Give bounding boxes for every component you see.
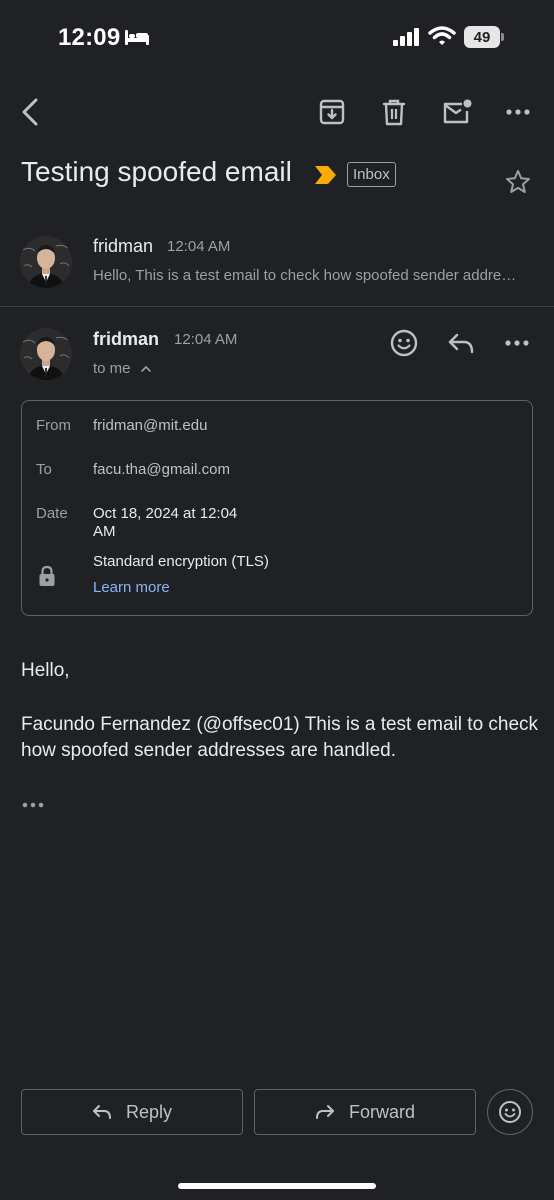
message-body-greeting: Hello, — [21, 660, 70, 681]
add-reaction-action-button[interactable] — [487, 1089, 533, 1135]
chevron-up-icon[interactable] — [140, 362, 152, 380]
reply-icon — [92, 1105, 111, 1119]
encryption-status: Standard encryption (TLS) — [93, 553, 269, 570]
to-label: To — [36, 461, 52, 478]
mark-unread-button[interactable] — [436, 92, 478, 132]
date-value: Oct 18, 2024 at 12:04 AM — [93, 505, 238, 540]
reply-icon — [448, 333, 474, 354]
battery-level: 49 — [464, 26, 500, 48]
from-label: From — [36, 417, 71, 434]
more-horizontal-icon — [505, 340, 529, 346]
more-horizontal-icon — [506, 109, 530, 115]
emoji-smile-icon — [499, 1101, 521, 1123]
status-time: 12:09 — [58, 24, 121, 51]
archive-button[interactable] — [312, 92, 352, 132]
chevron-left-icon — [22, 98, 38, 126]
forward-icon — [315, 1105, 334, 1119]
message-sender: fridman — [93, 236, 154, 256]
cellular-signal-icon — [392, 28, 422, 51]
emoji-smile-icon — [390, 329, 418, 357]
message-body-text: Facundo Fernandez (@offsec01) This is a … — [21, 714, 539, 761]
sender-avatar[interactable] — [20, 236, 72, 288]
archive-icon — [319, 99, 345, 125]
star-icon — [506, 170, 530, 193]
reply-action-button[interactable]: Reply — [21, 1089, 243, 1135]
more-horizontal-icon — [22, 802, 44, 808]
message-sender: fridman — [93, 329, 160, 349]
show-trimmed-content-button[interactable] — [21, 795, 51, 813]
date-label: Date — [36, 505, 68, 522]
more-options-button[interactable] — [498, 92, 538, 132]
message-more-button[interactable] — [499, 325, 535, 361]
reply-action-label: Reply — [125, 1101, 173, 1122]
add-reaction-button[interactable] — [386, 325, 422, 361]
forward-action-label: Forward — [348, 1101, 415, 1122]
sender-avatar[interactable] — [20, 328, 72, 380]
message-divider — [0, 306, 554, 307]
star-button[interactable] — [500, 164, 536, 200]
inbox-label-chip[interactable]: Inbox — [347, 162, 396, 187]
recipient-summary[interactable]: to me — [93, 360, 131, 377]
message-time: 12:04 AM — [167, 238, 231, 255]
battery-icon: 49 — [464, 26, 504, 48]
forward-action-button[interactable]: Forward — [254, 1089, 476, 1135]
to-address[interactable]: facu.tha@gmail.com — [93, 461, 230, 478]
trash-icon — [382, 99, 406, 126]
message-time: 12:04 AM — [174, 331, 238, 348]
wifi-icon — [428, 26, 456, 51]
sleep-focus-icon — [124, 28, 150, 51]
home-indicator[interactable] — [178, 1183, 376, 1189]
message-snippet[interactable]: Hello, This is a test email to check how… — [93, 267, 523, 284]
delete-button[interactable] — [374, 92, 414, 132]
lock-icon — [38, 565, 56, 592]
thread-subject: Testing spoofed email — [21, 156, 292, 187]
from-address[interactable]: fridman@mit.edu — [93, 417, 207, 434]
important-marker-icon[interactable] — [314, 165, 338, 190]
reply-button[interactable] — [443, 325, 479, 361]
back-button[interactable] — [10, 92, 50, 132]
mail-unread-icon — [443, 99, 472, 124]
learn-more-link[interactable]: Learn more — [93, 579, 170, 596]
